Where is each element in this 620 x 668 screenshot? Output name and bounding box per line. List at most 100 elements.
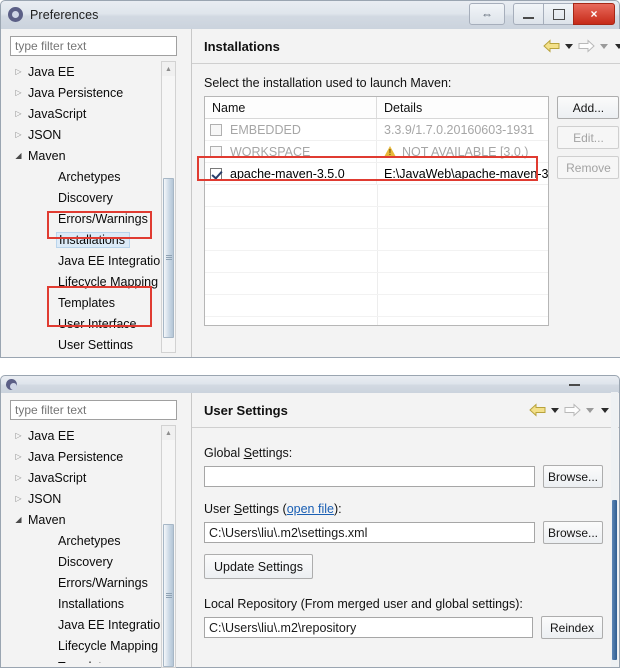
installations-panel: Installations Select the installation us… [191, 29, 620, 357]
installations-table[interactable]: Name Details EMBEDDED 3.3.9/1.7.0.2016060… [204, 96, 550, 326]
tree-item-lifecycle-mapping[interactable]: Lifecycle Mapping [10, 271, 177, 292]
tree-item-javascript[interactable]: ▷ JavaScript [10, 103, 177, 124]
reindex-button[interactable]: Reindex [541, 616, 603, 639]
chevron-right-icon[interactable]: ▷ [12, 88, 25, 97]
preferences-tree[interactable]: ▷ Java EE ▷ Java Persistence ▷ JavaScript ▷ JSO… [10, 61, 177, 350]
tree-item-java-persistence[interactable]: ▷ Java Persistence [10, 446, 177, 467]
tree-item-archetypes[interactable]: Archetypes [10, 166, 177, 187]
maximize-button-bottom[interactable] [587, 376, 613, 389]
close-button[interactable]: × [573, 3, 615, 25]
update-settings-button[interactable]: Update Settings [204, 554, 313, 579]
row-checkbox[interactable] [210, 167, 222, 180]
tree-item-templates[interactable]: Templates [10, 292, 177, 313]
tree-item-java-ee[interactable]: ▷ Java EE [10, 425, 177, 446]
view-menu-icon-bottom[interactable] [601, 407, 609, 413]
tree-item-label: JavaScript [28, 470, 87, 485]
window-edge-scrollbar[interactable] [611, 392, 618, 667]
chevron-right-icon[interactable]: ▷ [12, 494, 25, 503]
user-settings-panel: User Settings Global Settings: Browse...… [191, 393, 619, 667]
user-settings-browse-button[interactable]: Browse... [543, 521, 603, 544]
scrollbar-thumb-bottom[interactable] [163, 524, 174, 667]
tree-item-discovery[interactable]: Discovery [10, 187, 177, 208]
tree-item-archetypes[interactable]: Archetypes [10, 530, 177, 551]
tree-item-label: User Settings [58, 337, 134, 350]
tree-item-errors-warnings[interactable]: Errors/Warnings [10, 208, 177, 229]
table-button-column: Add... Edit... Remove [557, 96, 620, 179]
local-repository-label: Local Repository (From merged user and g… [204, 597, 523, 611]
tree-item-maven[interactable]: ◢ Maven [10, 145, 177, 166]
chevron-right-icon[interactable]: ▷ [12, 109, 25, 118]
tree-item-java-ee-integration[interactable]: Java EE Integration [10, 614, 177, 635]
tree-scrollbar-bottom[interactable]: ▲ [161, 425, 176, 668]
tree-item-errors-warnings[interactable]: Errors/Warnings [10, 572, 177, 593]
global-settings-input[interactable] [204, 466, 535, 487]
tree-item-lifecycle-mapping[interactable]: Lifecycle Mapping [10, 635, 177, 656]
minimize-button-bottom[interactable] [561, 376, 587, 389]
chevron-right-icon[interactable]: ▷ [12, 431, 25, 440]
chevron-right-icon[interactable]: ▷ [12, 67, 25, 76]
scroll-up-icon-bottom[interactable]: ▲ [162, 426, 175, 440]
tree-item-label: Discovery [58, 190, 113, 205]
tree-item-java-persistence[interactable]: ▷ Java Persistence [10, 82, 177, 103]
row-checkbox[interactable] [210, 145, 222, 158]
navigation-controls [543, 39, 620, 53]
maximize-button[interactable] [543, 3, 573, 25]
back-arrow-icon[interactable] [543, 39, 560, 53]
tree-scrollbar[interactable]: ▲ [161, 61, 176, 353]
forward-arrow-icon[interactable] [578, 39, 596, 53]
local-repository-input[interactable]: C:\Users\liu\.m2\repository [204, 617, 533, 638]
chevron-right-icon[interactable]: ▷ [12, 473, 25, 482]
table-empty-row [205, 185, 549, 207]
global-settings-browse-button[interactable]: Browse... [543, 465, 603, 488]
tree-item-user-interface[interactable]: User Interface [10, 313, 177, 334]
tree-item-maven[interactable]: ◢ Maven [10, 509, 177, 530]
minimize-button[interactable] [513, 3, 543, 25]
table-row[interactable]: EMBEDDED 3.3.9/1.7.0.20160603-1931 [205, 119, 549, 141]
forward-dropdown-icon[interactable] [600, 43, 609, 49]
tree-item-label: Archetypes [58, 169, 121, 184]
table-row[interactable]: WORKSPACE NOT AVAILABLE [3.0,) [205, 141, 549, 163]
back-arrow-icon-bottom[interactable] [529, 403, 546, 417]
chevron-right-icon[interactable]: ▷ [12, 452, 25, 461]
tree-item-user-settings[interactable]: User Settings [10, 334, 177, 350]
forward-arrow-icon-bottom[interactable] [564, 403, 581, 417]
tree-item-json[interactable]: ▷ JSON [10, 488, 177, 509]
column-header-name[interactable]: Name [205, 97, 377, 118]
tree-item-java-ee[interactable]: ▷ Java EE [10, 61, 177, 82]
tree-item-installations[interactable]: Installations [10, 593, 177, 614]
preferences-tree-bottom[interactable]: ▷ Java EE ▷ Java Persistence ▷ JavaScript ▷ JSO… [10, 425, 177, 664]
tree-item-json[interactable]: ▷ JSON [10, 124, 177, 145]
back-dropdown-icon[interactable] [565, 43, 574, 49]
view-menu-icon[interactable] [615, 43, 620, 49]
add-button[interactable]: Add... [557, 96, 620, 119]
table-row[interactable]: apache-maven-3.5.0 E:\JavaWeb\apache-mave… [205, 163, 549, 185]
tree-item-label: Java EE [28, 64, 75, 79]
filter-input[interactable] [10, 36, 177, 56]
column-header-details[interactable]: Details [377, 97, 548, 118]
open-file-link[interactable]: open file [287, 502, 334, 516]
chevron-right-icon[interactable]: ▷ [12, 130, 25, 139]
page-title: Installations [204, 38, 280, 54]
tree-item-javascript[interactable]: ▷ JavaScript [10, 467, 177, 488]
preferences-sidebar: ▷Java EE▷Java Persistence▷JavaScript▷JSO… [1, 29, 191, 357]
row-checkbox[interactable] [210, 123, 222, 136]
forward-dropdown-icon-bottom[interactable] [586, 407, 594, 413]
chevron-down-icon[interactable]: ◢ [12, 151, 25, 160]
window-edge-scrollbar-thumb[interactable] [612, 500, 617, 660]
tree-item-templates[interactable]: Templates [10, 656, 177, 664]
back-dropdown-icon-bottom[interactable] [551, 407, 559, 413]
tree-item-label: Templates [56, 659, 118, 664]
tree-item-installations[interactable]: Installations [10, 229, 177, 250]
tree-item-label: Java Persistence [28, 85, 124, 100]
tree-item-label: JSON [28, 491, 62, 506]
tree-item-discovery[interactable]: Discovery [10, 551, 177, 572]
help-button[interactable]: ⇔ [469, 3, 505, 25]
scroll-up-icon[interactable]: ▲ [162, 62, 175, 76]
tree-item-java-ee-integration[interactable]: Java EE Integration [10, 250, 177, 271]
chevron-down-icon[interactable]: ◢ [12, 515, 25, 524]
window-title: Preferences [30, 8, 99, 22]
filter-input-bottom[interactable] [10, 400, 177, 420]
user-settings-input[interactable]: C:\Users\liu\.m2\settings.xml [204, 522, 535, 543]
scrollbar-thumb[interactable] [163, 178, 174, 338]
tree-item-label: Installations [58, 596, 125, 611]
